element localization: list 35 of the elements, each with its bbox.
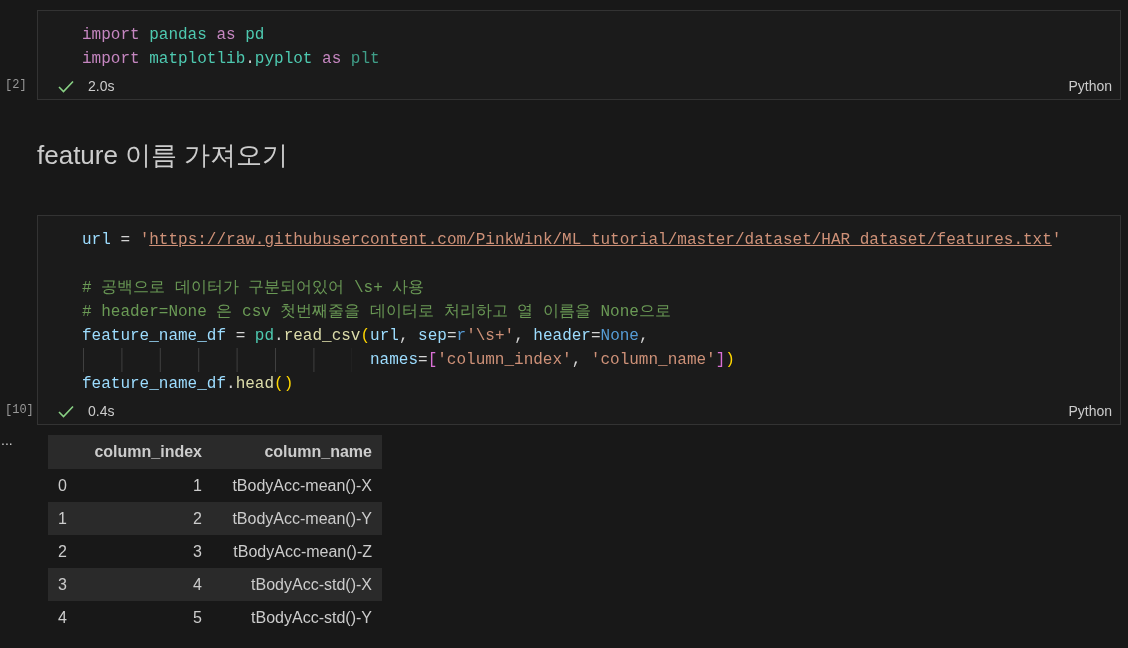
table-cell-text: 3 [193, 541, 203, 562]
code-cell[interactable]: import pandas as pd import matplotlib.pyplot as plt 2.0s Python [37, 10, 1121, 100]
code-line: # header=None 은 csv 첫번째줄을 데이터로 처리하고 열 이름을 None으로 [82, 302, 671, 323]
table-cell-text: tBodyAcc-mean()-X [232, 475, 373, 496]
row-index: 4 [57, 607, 67, 628]
code-line: import pandas as pd [82, 25, 265, 46]
code-line: url = 'https://raw.githubusercontent.com/PinkWink/ML_tutorial/master/dataset/HAR_dataset/features.txt' [82, 230, 1062, 251]
execution-count: [2] [4, 77, 28, 94]
row-index: 1 [57, 508, 67, 529]
row-index: 0 [57, 475, 67, 496]
table-cell-text: tBodyAcc-std()-X [251, 574, 373, 595]
code-cell[interactable] [37, 215, 1121, 425]
execution-count: [10] [4, 402, 35, 419]
table-cell-text: tBodyAcc-mean()-Y [232, 508, 373, 529]
column-header: column_name [264, 442, 373, 462]
code-line: names=['column_index', 'column_name']) [370, 348, 735, 372]
code-line: # 공백으로 데이터가 구분되어있어 \s+ 사용 [82, 278, 425, 299]
column-header: column_index [94, 442, 203, 462]
markdown-heading: feature 이름 가져오기 [37, 139, 289, 172]
more-actions-icon[interactable]: ... [0, 435, 48, 445]
table-cell-text: tBodyAcc-std()-Y [251, 607, 373, 628]
code-line: feature_name_df.head() [82, 374, 294, 395]
row-index: 2 [57, 541, 67, 562]
execution-time: 0.4s [88, 401, 115, 421]
row-index: 3 [57, 574, 67, 595]
table-cell-text: tBodyAcc-mean()-Z [233, 541, 373, 562]
code-line: import matplotlib.pyplot as plt [82, 49, 380, 70]
table-cell-text: 2 [193, 508, 203, 529]
language-label[interactable]: Python [1068, 75, 1112, 97]
table-cell-text: 1 [193, 475, 203, 496]
code-line: feature_name_df = pd.read_csv(url, sep=r'\s+', header=None, [82, 326, 649, 347]
language-label[interactable]: Python [1068, 400, 1112, 422]
table-cell-text: 5 [193, 607, 203, 628]
table-cell-text: 4 [193, 574, 203, 595]
execution-time: 2.0s [88, 76, 115, 96]
